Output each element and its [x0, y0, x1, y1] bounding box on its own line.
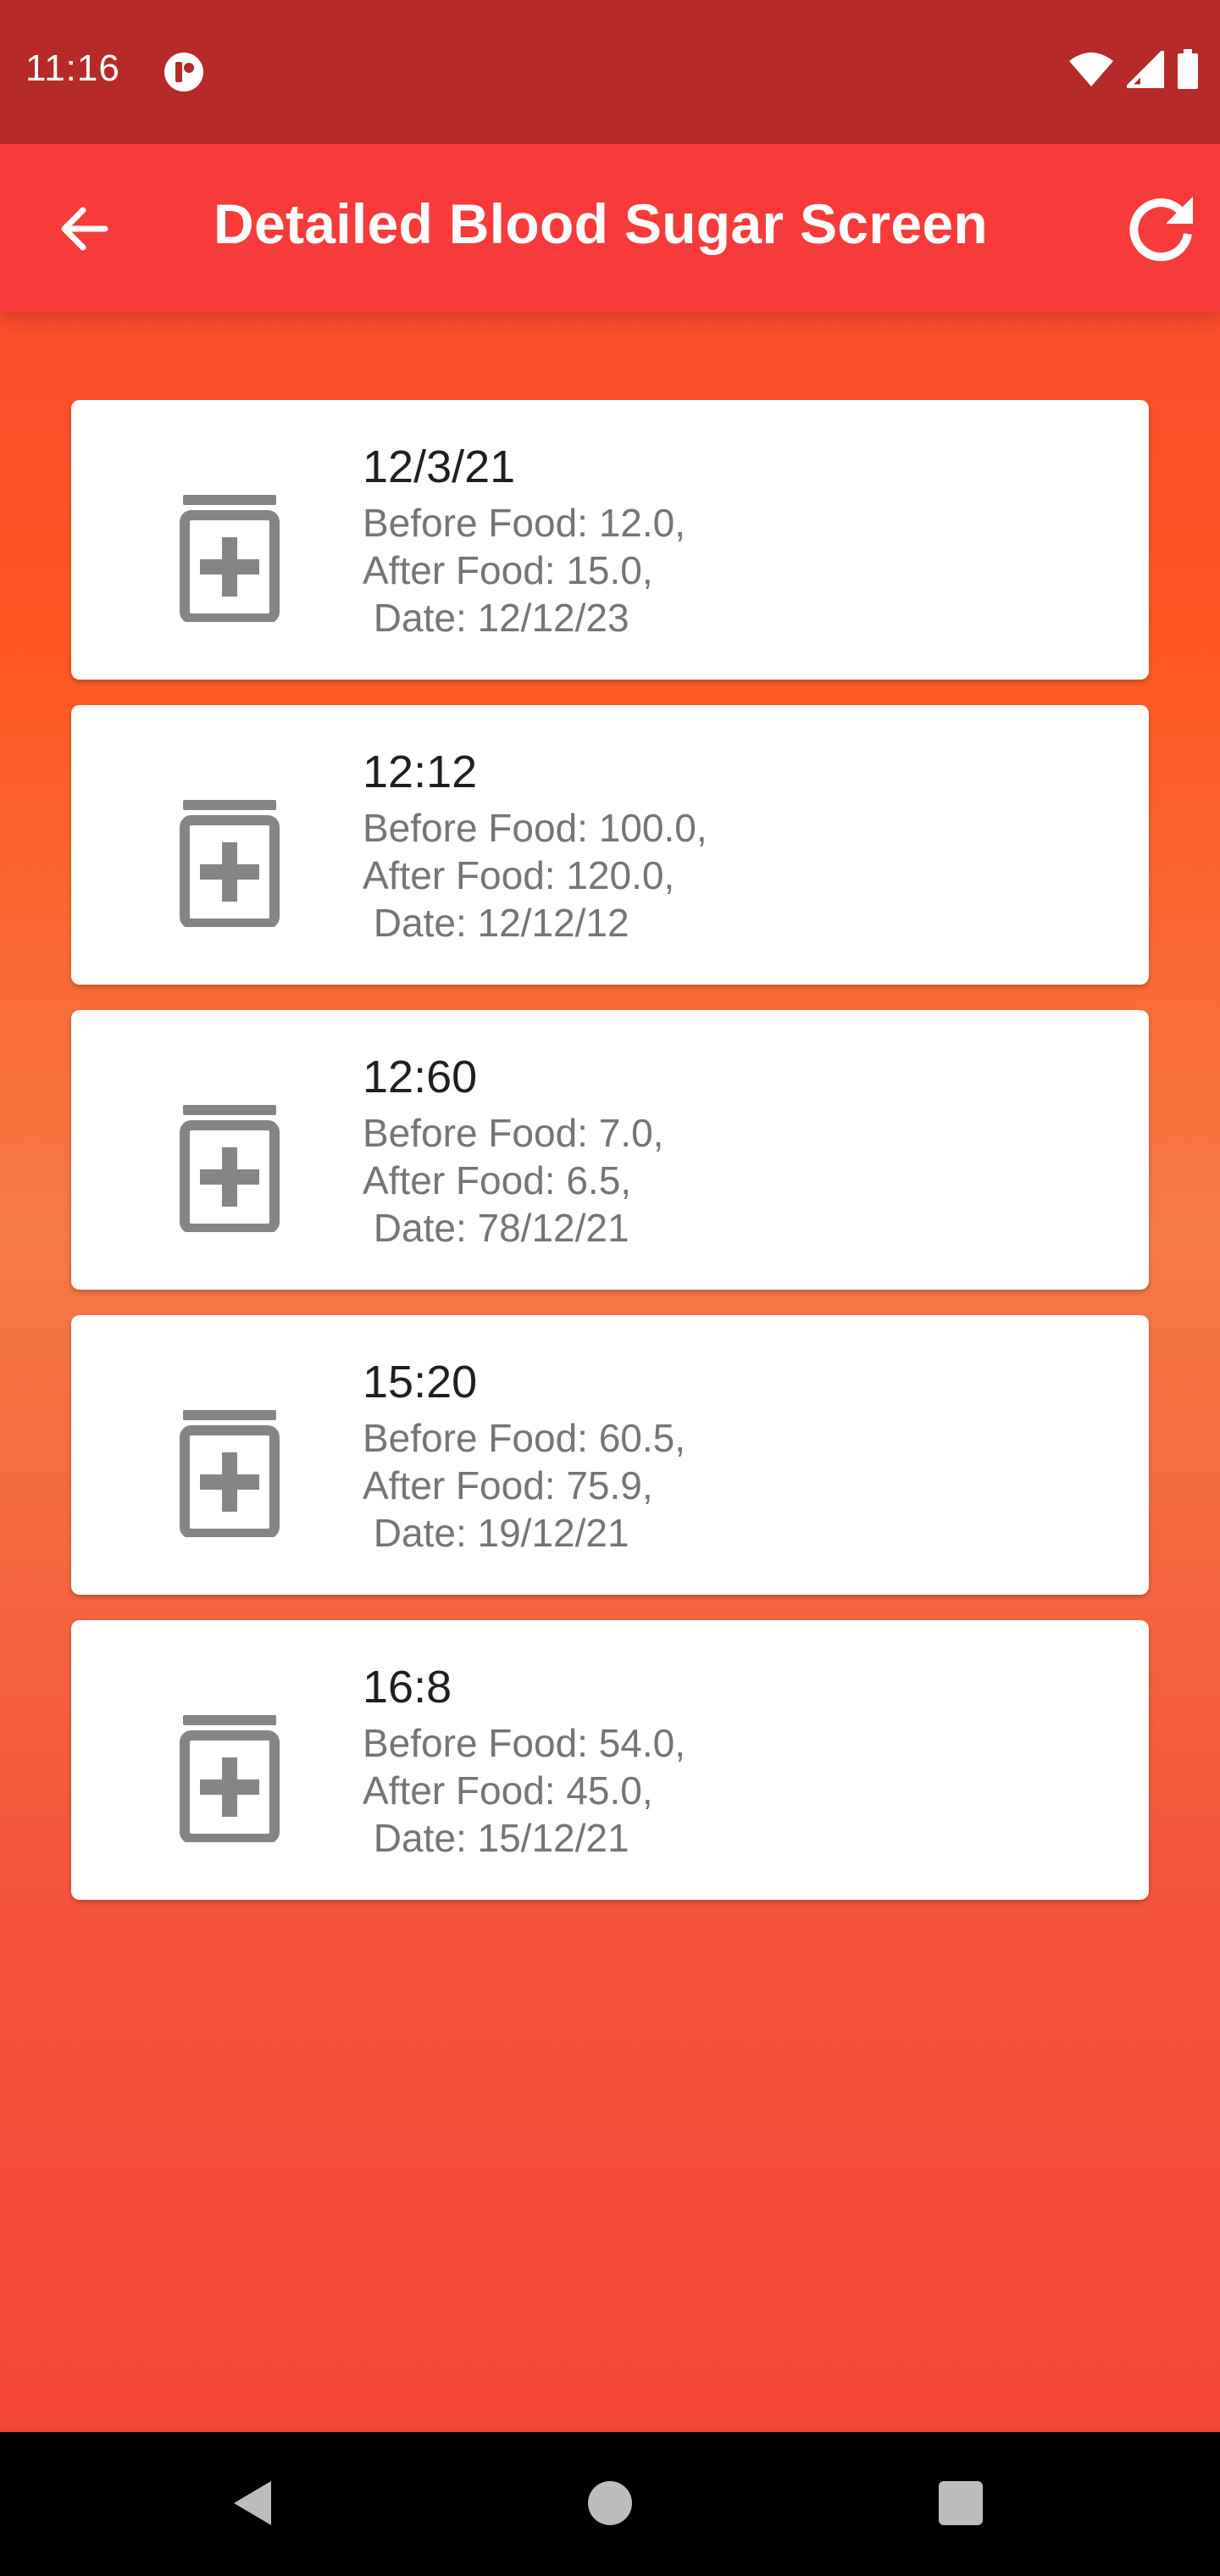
record-before-food: Before Food: 7.0, [363, 1111, 664, 1155]
nav-back-icon[interactable] [229, 2478, 280, 2529]
record-title: 16:8 [363, 1662, 452, 1713]
record-after-food: After Food: 45.0, [363, 1768, 653, 1813]
app-notification-icon [164, 53, 203, 92]
medication-bottle-icon [180, 800, 280, 927]
medication-bottle-icon [180, 1715, 280, 1842]
record-after-food: After Food: 6.5, [363, 1158, 632, 1202]
record-before-food: Before Food: 60.5, [363, 1416, 686, 1460]
wifi-icon [1069, 53, 1113, 86]
record-before-food: Before Food: 54.0, [363, 1721, 686, 1765]
record-card[interactable]: 15:20 Before Food: 60.5, After Food: 75.… [71, 1315, 1149, 1595]
record-card[interactable]: 12:60 Before Food: 7.0, After Food: 6.5,… [71, 1010, 1149, 1290]
page-title: Detailed Blood Sugar Screen [214, 192, 988, 255]
system-nav-bar [0, 2432, 1220, 2576]
record-card[interactable]: 16:8 Before Food: 54.0, After Food: 45.0… [71, 1620, 1149, 1900]
cellular-signal-icon [1127, 51, 1164, 88]
record-before-food: Before Food: 100.0, [363, 806, 707, 850]
record-date: Date: 12/12/12 [363, 901, 629, 945]
app-bar: Detailed Blood Sugar Screen [0, 144, 1220, 312]
record-after-food: After Food: 120.0, [363, 853, 675, 897]
nav-recents-icon[interactable] [939, 2481, 983, 2525]
record-title: 12/3/21 [363, 441, 516, 492]
record-title: 15:20 [363, 1357, 478, 1407]
record-date: Date: 15/12/21 [363, 1816, 629, 1860]
medication-bottle-icon [180, 495, 280, 622]
record-date: Date: 19/12/21 [363, 1511, 629, 1555]
blood-sugar-list: 12/3/21 Before Food: 12.0, After Food: 1… [71, 400, 1149, 1925]
record-after-food: After Food: 15.0, [363, 548, 653, 592]
record-date: Date: 78/12/21 [363, 1206, 629, 1250]
nav-home-icon[interactable] [588, 2481, 632, 2525]
refresh-icon[interactable] [1120, 188, 1201, 269]
record-after-food: After Food: 75.9, [363, 1463, 653, 1507]
record-before-food: Before Food: 12.0, [363, 501, 686, 545]
status-time: 11:16 [25, 47, 120, 89]
status-bar: 11:16 [0, 0, 1220, 144]
record-card[interactable]: 12/3/21 Before Food: 12.0, After Food: 1… [71, 400, 1149, 680]
battery-icon [1178, 49, 1198, 89]
medication-bottle-icon [180, 1410, 280, 1537]
record-title: 12:60 [363, 1052, 478, 1102]
arrow-back-icon[interactable] [53, 197, 117, 261]
record-card[interactable]: 12:12 Before Food: 100.0, After Food: 12… [71, 705, 1149, 985]
medication-bottle-icon [180, 1105, 280, 1232]
record-title: 12:12 [363, 747, 478, 797]
status-icons [1068, 49, 1200, 90]
record-date: Date: 12/12/23 [363, 596, 629, 640]
